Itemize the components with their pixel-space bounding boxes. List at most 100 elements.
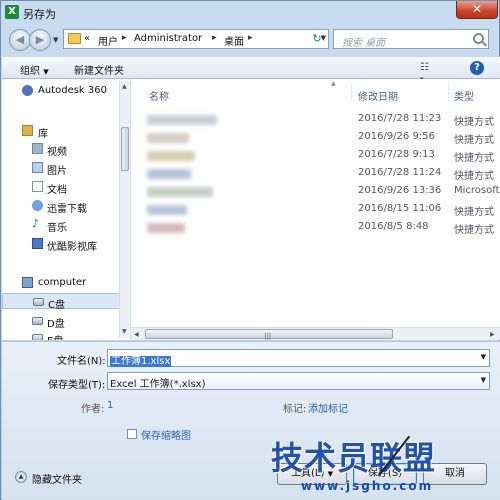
window-title: 另存为 (23, 8, 56, 21)
nav-item-label: 文档 (47, 185, 67, 196)
scroll-up-icon[interactable]: ▲ (122, 83, 127, 90)
chevron-right-icon[interactable]: ▸ (122, 33, 127, 43)
breadcrumb-desktop[interactable]: 桌面 (224, 33, 244, 48)
filename-value[interactable]: 工作簿1.xlsx (110, 356, 172, 367)
help-icon[interactable]: ? (470, 61, 484, 75)
address-prefix[interactable]: « (84, 33, 90, 44)
computer-icon (22, 277, 33, 288)
file-date: 2016/8/15 11:06 (358, 203, 442, 214)
drive-icon (33, 298, 44, 306)
file-type: 快捷方式 (454, 171, 494, 182)
forward-button[interactable]: ▶ (29, 29, 51, 51)
column-header-name[interactable]: 名称 (149, 88, 169, 103)
refresh-icon: ↻ (312, 32, 322, 45)
file-type: 快捷方式 (454, 135, 494, 146)
file-type: 快捷方式 (454, 153, 494, 164)
breadcrumb-users[interactable]: 用户 (98, 33, 118, 48)
author-value[interactable]: 1 (107, 400, 113, 411)
tags-label: 标记: (283, 404, 307, 415)
add-tags-link[interactable]: 添加标记 (308, 400, 348, 415)
column-divider[interactable] (448, 83, 449, 101)
refresh-button[interactable]: ↻ (307, 30, 327, 48)
scroll-right-icon[interactable]: ▶ (490, 331, 495, 338)
breadcrumb-administrator[interactable]: Administrator (134, 33, 202, 44)
nav-item-label: 迅雷下载 (47, 204, 87, 215)
nav-item-youku[interactable]: 优酷影视库 (2, 236, 120, 253)
recent-locations-dropdown[interactable]: ▼ (53, 36, 58, 44)
file-list-horizontal-scrollbar[interactable]: ◀ ||| ▶ (131, 327, 500, 340)
save-type-select[interactable]: Excel 工作簿(*.xlsx) ▼ (107, 372, 490, 390)
chevron-right-icon[interactable]: ▸ (212, 33, 217, 43)
close-icon: ✕ (471, 2, 483, 16)
filename-field[interactable]: 工作簿1.xlsx ▼ (107, 349, 490, 367)
chevron-down-icon[interactable]: ▼ (481, 353, 486, 361)
music-icon: ♪ (32, 217, 40, 230)
save-thumbnail-label[interactable]: 保存缩略图 (141, 427, 191, 442)
close-button[interactable]: ✕ (456, 1, 498, 19)
file-date: 2016/8/5 8:48 (358, 221, 429, 232)
view-options-icon[interactable]: ☷ ▾ (420, 62, 434, 83)
scroll-left-icon[interactable]: ◀ (134, 331, 139, 338)
file-type: 快捷方式 (454, 117, 494, 128)
file-type: 快捷方式 (454, 207, 494, 218)
drive-icon (32, 334, 43, 340)
nav-item-autodesk[interactable]: Autodesk 360 (2, 83, 120, 99)
nav-item-thunder-downloads[interactable]: 迅雷下载 (2, 198, 120, 215)
horizontal-scroll-thumb[interactable]: ||| (145, 329, 393, 340)
nav-pane-scroll-thumb[interactable] (121, 127, 129, 171)
nav-item-label: 视频 (47, 147, 67, 158)
excel-icon: X (5, 5, 19, 19)
column-header-type[interactable]: 类型 (454, 88, 474, 103)
nav-item-documents[interactable]: 文档 (2, 179, 120, 196)
address-bar[interactable]: « 用户 ▸ Administrator ▸ 桌面 ▸ ▼ (63, 29, 329, 49)
column-divider[interactable] (351, 83, 352, 101)
library-icon (22, 125, 33, 136)
file-date: 2016/9/26 9:56 (358, 131, 435, 142)
organize-button[interactable]: 组织 ▼ (20, 62, 49, 77)
watermark-url: www.jsgho.com (301, 479, 434, 493)
filename-label: 文件名(N): (57, 356, 106, 367)
picture-icon (32, 162, 43, 173)
nav-item-label: C盘 (48, 300, 65, 311)
grip-icon: ||| (264, 332, 272, 340)
nav-pane-scrollbar[interactable]: ▲ ▼ (119, 81, 130, 338)
search-input[interactable]: 搜索 桌面 (342, 34, 385, 49)
nav-item-label: 库 (38, 129, 48, 140)
file-name-redacted (147, 115, 217, 125)
nav-item-computer[interactable]: computer (2, 275, 120, 291)
nav-item-music[interactable]: ♪ 音乐 (2, 217, 120, 234)
file-name-redacted (147, 187, 213, 197)
save-type-value: Excel 工作簿(*.xlsx) (110, 379, 206, 390)
chevron-right-icon[interactable]: ▸ (248, 33, 253, 43)
nav-item-video[interactable]: 视频 (2, 141, 120, 158)
file-date: 2016/7/28 11:23 (358, 113, 442, 124)
new-folder-button[interactable]: 新建文件夹 (74, 62, 124, 77)
file-date: 2016/7/28 11:24 (358, 167, 442, 178)
file-date: 2016/9/26 13:36 (358, 185, 442, 196)
save-type-label: 保存类型(T): (48, 380, 106, 391)
nav-item-library[interactable]: 库 (2, 123, 120, 140)
navigation-pane: Autodesk 360 库 视频 图片 文档 迅雷下载 ♪ 音乐 优酷影视库 (2, 79, 131, 340)
column-header-date[interactable]: 修改日期 (358, 88, 398, 103)
nav-item-label: 优酷影视库 (47, 242, 97, 253)
chevron-down-icon[interactable]: ▼ (481, 376, 486, 384)
chevron-up-icon[interactable]: ▲ (15, 471, 27, 483)
nav-item-label: E盘 (47, 332, 63, 340)
video-icon (32, 143, 43, 154)
file-type: 快捷方式 (454, 225, 494, 236)
file-date: 2016/7/28 9:13 (358, 149, 435, 160)
nav-item-label: Autodesk 360 (38, 85, 107, 96)
hide-folders-button[interactable]: 隐藏文件夹 (32, 471, 82, 486)
back-button[interactable]: ◀ (9, 29, 31, 51)
file-name-redacted (147, 205, 187, 215)
search-box[interactable]: 搜索 桌面 (333, 29, 489, 49)
scroll-down-icon[interactable]: ▼ (122, 328, 127, 335)
nav-item-e-drive[interactable]: E盘 (2, 330, 120, 340)
file-name-redacted (147, 169, 191, 179)
nav-item-d-drive[interactable]: D盘 (2, 313, 120, 330)
nav-item-c-drive[interactable]: C盘 (2, 293, 120, 311)
file-name-redacted (147, 151, 195, 161)
nav-item-pictures[interactable]: 图片 (2, 160, 120, 177)
file-name-redacted (147, 223, 185, 233)
save-thumbnail-checkbox[interactable] (127, 429, 137, 439)
